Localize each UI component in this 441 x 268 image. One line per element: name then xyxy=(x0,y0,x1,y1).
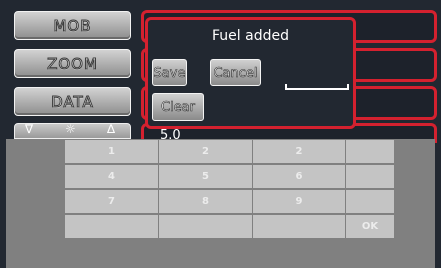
key-5[interactable]: 5 xyxy=(159,165,252,188)
brightness-down-icon[interactable]: ∇ xyxy=(25,122,33,136)
key-ok[interactable]: OK xyxy=(346,215,394,238)
key-blank[interactable] xyxy=(253,215,345,238)
key-1[interactable]: 1 xyxy=(65,140,158,163)
key-blank[interactable] xyxy=(346,190,394,213)
brightness-up-icon[interactable]: ∆ xyxy=(107,122,115,136)
key-blank[interactable] xyxy=(159,215,252,238)
save-button[interactable]: Save xyxy=(152,59,187,86)
mob-button[interactable]: MOB xyxy=(14,11,131,40)
key-4[interactable]: 4 xyxy=(65,165,158,188)
cancel-button[interactable]: Cancel xyxy=(210,59,261,86)
value-entry-field[interactable] xyxy=(285,84,349,90)
key-blank[interactable] xyxy=(346,165,394,188)
zoom-button[interactable]: ZOOM xyxy=(14,49,131,78)
clear-button[interactable]: Clear xyxy=(152,93,204,121)
sun-icon: ☼ xyxy=(65,122,76,136)
key-blank[interactable] xyxy=(346,140,394,163)
key-7[interactable]: 7 xyxy=(65,190,158,213)
dialog-title: Fuel added xyxy=(212,28,289,44)
key-blank[interactable] xyxy=(65,215,158,238)
data-button[interactable]: DATA xyxy=(14,87,131,116)
key-2[interactable]: 2 xyxy=(159,140,252,163)
brightness-control[interactable]: ∇ ☼ ∆ xyxy=(14,122,131,139)
key-6[interactable]: 6 xyxy=(253,165,345,188)
fuel-added-dialog: Fuel added Save Cancel Clear xyxy=(145,17,356,129)
key-8[interactable]: 8 xyxy=(159,190,252,213)
key-9[interactable]: 9 xyxy=(253,190,345,213)
key-2[interactable]: 2 xyxy=(253,140,345,163)
